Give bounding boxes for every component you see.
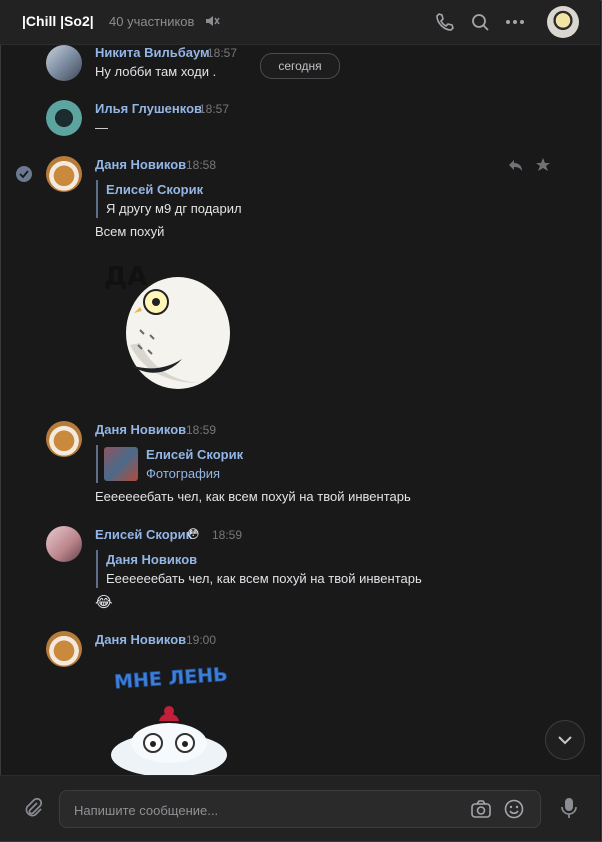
message-author[interactable]: Елисей Скорик: [95, 527, 192, 542]
emoji-icon[interactable]: [503, 798, 525, 820]
message-time: 18:58: [186, 158, 217, 172]
microphone-icon[interactable]: [558, 796, 580, 820]
quote-author: Даня Новиков: [106, 552, 198, 567]
message-text: —: [95, 120, 108, 135]
more-icon[interactable]: [504, 11, 526, 33]
reply-quote[interactable]: Елисей Скорик Фотография: [96, 445, 243, 483]
avatar[interactable]: [46, 631, 82, 667]
message-author[interactable]: Даня Новиков: [95, 157, 186, 172]
mute-icon: [204, 13, 220, 29]
message-text: Еееееееб​ать чел, как всем похуй на твой…: [95, 489, 411, 504]
message-author[interactable]: Илья Глушенков: [95, 101, 202, 116]
attach-icon[interactable]: [22, 797, 44, 819]
search-icon[interactable]: [469, 11, 491, 33]
reply-quote[interactable]: Елисей Скорик Я другу м9 дг подарил: [96, 180, 242, 218]
message-input-box[interactable]: [59, 790, 541, 828]
avatar[interactable]: [46, 421, 82, 457]
reply-icon[interactable]: [507, 157, 523, 173]
message-input[interactable]: [72, 799, 456, 821]
sticker-text: ДА: [104, 262, 147, 292]
message-time: 18:59: [212, 528, 243, 542]
message-author[interactable]: Даня Новиков: [95, 632, 186, 647]
message-text: Ну лобби там ходи .: [95, 64, 217, 79]
select-check-icon[interactable]: [16, 166, 32, 182]
message-author[interactable]: Даня Новиков: [95, 422, 186, 437]
message-text: 😂: [95, 594, 113, 611]
message-time: 19:00: [186, 633, 217, 647]
chat-header: |Chill |So2| 40 участников: [0, 0, 600, 45]
star-icon[interactable]: [535, 157, 551, 173]
avatar[interactable]: [46, 156, 82, 192]
reply-quote[interactable]: Даня Новиков Еееееееб​ать чел, как всем …: [96, 550, 422, 588]
message-time: 18:57: [207, 46, 238, 60]
photo-thumbnail[interactable]: [104, 447, 138, 481]
camera-icon[interactable]: [470, 798, 492, 820]
window-frame: [0, 0, 602, 842]
message-time: 18:57: [199, 102, 230, 116]
author-emoji: 😳: [187, 527, 200, 541]
quote-text: Еееееееб​ать чел, как всем похуй на твой…: [106, 571, 422, 586]
message-text: Всем похуй: [95, 224, 165, 239]
message-time: 18:59: [186, 423, 217, 437]
chat-title[interactable]: |Chill |So2|: [22, 13, 94, 29]
sticker-lazy[interactable]: МНЕ ЛЕНЬ: [104, 655, 234, 775]
avatar[interactable]: [46, 100, 82, 136]
quote-author: Елисей Скорик: [146, 447, 244, 462]
avatar[interactable]: [46, 526, 82, 562]
member-count[interactable]: 40 участников: [109, 14, 194, 29]
message-author[interactable]: Никита Вильбаум: [95, 45, 210, 60]
quote-text: Фотография: [146, 466, 221, 481]
chevron-down-icon: [558, 736, 572, 745]
composer: [0, 775, 600, 841]
phone-icon[interactable]: [434, 11, 456, 33]
chat-avatar[interactable]: [547, 6, 579, 38]
quote-author: Елисей Скорик: [106, 182, 204, 197]
scroll-down-button[interactable]: [545, 720, 585, 760]
sticker-text: МНЕ ЛЕНЬ: [113, 664, 228, 694]
date-divider: сегодня: [260, 53, 340, 79]
avatar[interactable]: [46, 45, 82, 81]
quote-text: Я другу м9 дг подарил: [106, 201, 242, 216]
sticker-owl[interactable]: ДА: [100, 255, 240, 390]
